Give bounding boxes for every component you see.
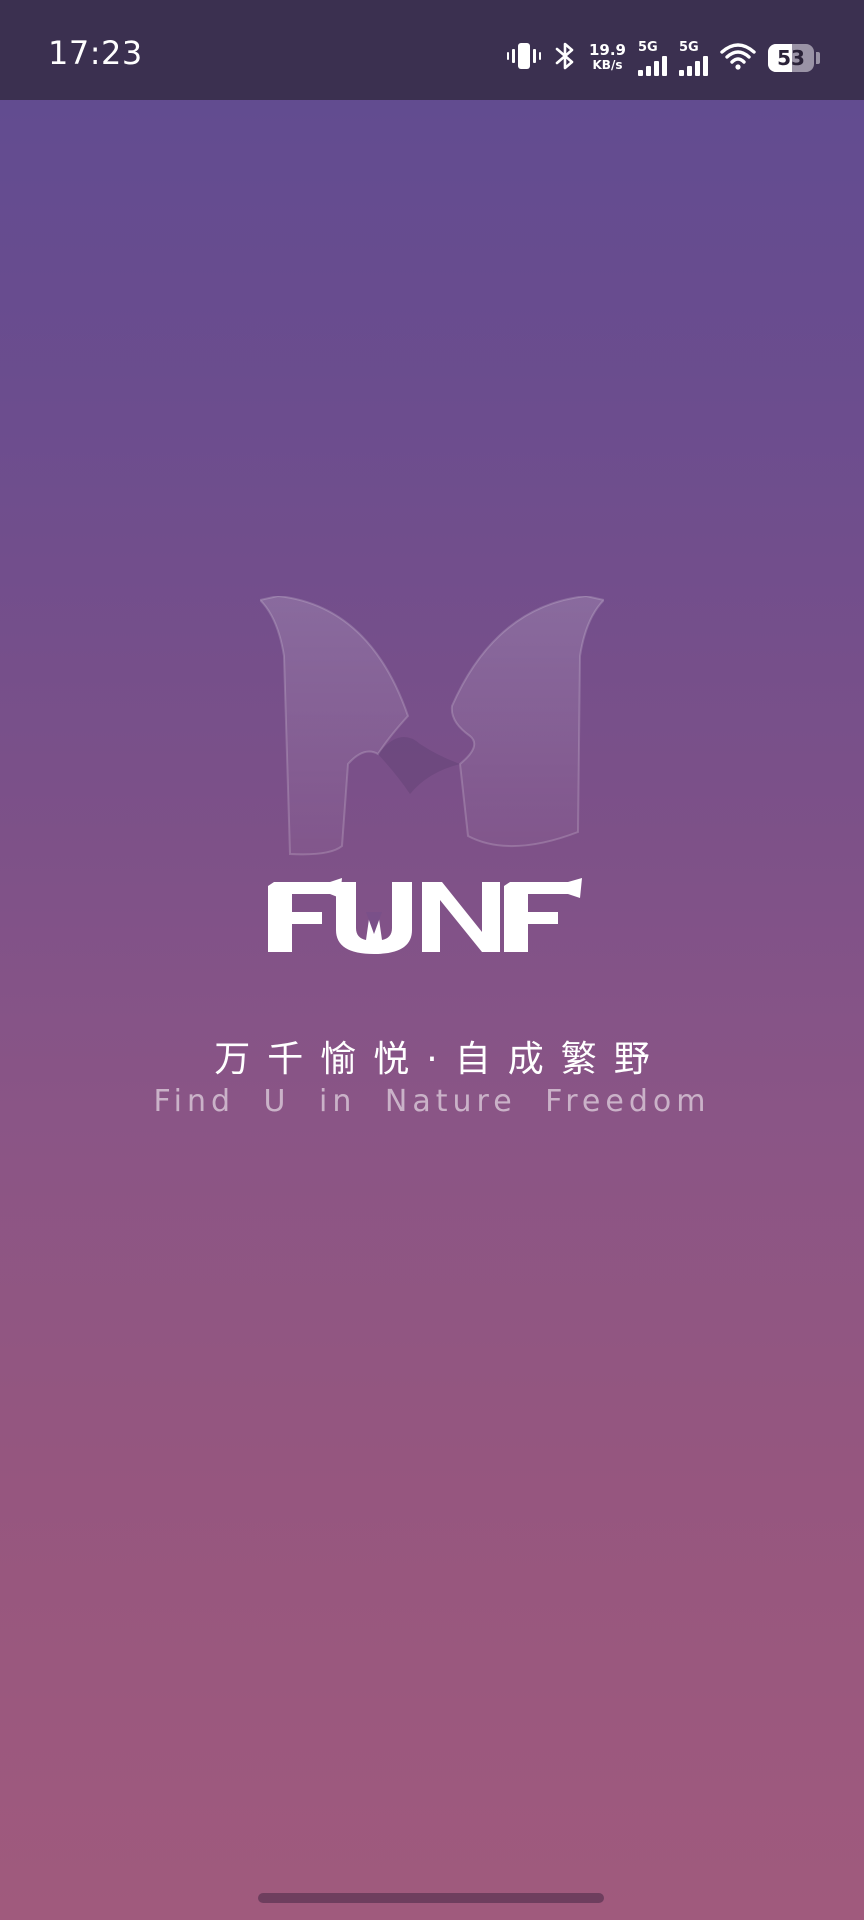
status-time: 17:23 [48,34,143,72]
sim2-signal: 5G [679,41,708,76]
signal-icon [638,54,667,76]
sim2-network-type: 5G [679,39,699,55]
vibrate-icon [506,41,541,75]
sim1-signal: 5G [638,41,667,76]
network-speed-value: 19.9 [588,41,626,59]
slogan-chinese: 万千愉悦·自成繁野 [214,1039,667,1080]
battery-icon: 53 [768,44,814,72]
slogan-english: Find U in Nature Freedom [153,1084,711,1119]
sim1-network-type: 5G [638,39,658,55]
brand-logo [262,872,602,962]
network-speed: 19.9 KB/s [589,43,626,73]
signal-icon [679,54,708,76]
network-speed-unit: KB/s [592,58,623,72]
battery-level: 53 [777,46,805,70]
wifi-icon [720,42,756,74]
battery-tip [816,52,820,64]
home-indicator[interactable] [258,1893,604,1903]
status-icons: 19.9 KB/s 5G 5G 53 [506,38,820,78]
brand-emblem [258,594,606,860]
status-bar: 17:23 19.9 KB/s 5G 5G 53 [0,0,864,100]
bluetooth-icon [553,41,577,75]
